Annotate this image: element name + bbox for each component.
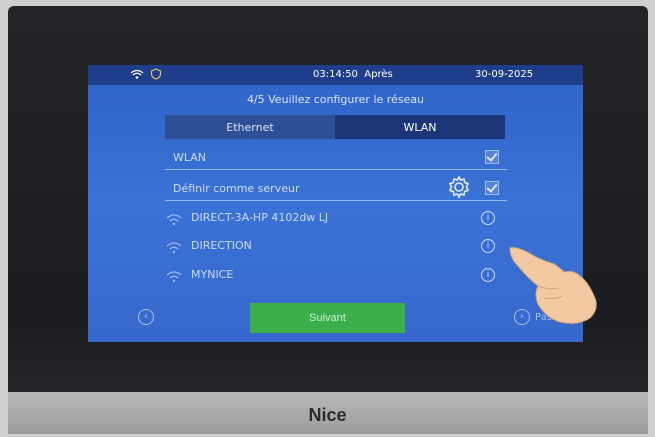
status-bar: 03:14:50 Après 30-09-2025 [88,65,583,85]
wlan-toggle-row[interactable]: WLAN [165,147,507,170]
next-button[interactable]: Suivant [250,303,405,333]
info-icon[interactable]: i [481,239,495,253]
info-icon[interactable]: i [481,211,495,225]
server-checkbox[interactable] [485,181,499,195]
wifi-icon [130,68,144,83]
tab-ethernet[interactable]: Ethernet [165,115,335,139]
brand-logo: Nice [308,405,347,425]
wifi-signal-icon [165,240,183,257]
server-row[interactable]: Définir comme serveur [165,175,507,202]
gear-icon[interactable] [447,175,471,202]
shield-icon [150,68,162,83]
back-arrow-icon[interactable]: ‹ [138,309,154,325]
status-icons [130,68,162,83]
network-name: DIRECTION [191,239,252,252]
date: 30-09-2025 [475,69,534,80]
network-name: DIRECT-3A-HP 4102dw LJ [191,211,329,224]
wifi-network-item[interactable]: DIRECT-3A-HP 4102dw LJ i [165,209,507,231]
server-label: Définir comme serveur [173,182,300,195]
wlan-checkbox[interactable] [485,150,499,164]
network-type-tabs: Ethernet WLAN [165,115,505,139]
wifi-network-item[interactable]: DIRECTION i [165,237,507,259]
clock: 03:14:50 Après [313,69,393,80]
wizard-step-title: 4/5 Veuillez configurer le réseau [246,93,425,106]
wifi-signal-icon [165,269,183,286]
wifi-signal-icon [165,212,183,229]
tab-wlan[interactable]: WLAN [335,115,505,139]
network-name: MYNICE [191,268,234,281]
wlan-toggle-label: WLAN [173,151,207,164]
wifi-network-item[interactable]: MYNICE i [165,266,507,288]
info-icon[interactable]: i [481,268,495,282]
pointing-hand-icon [508,242,603,331]
